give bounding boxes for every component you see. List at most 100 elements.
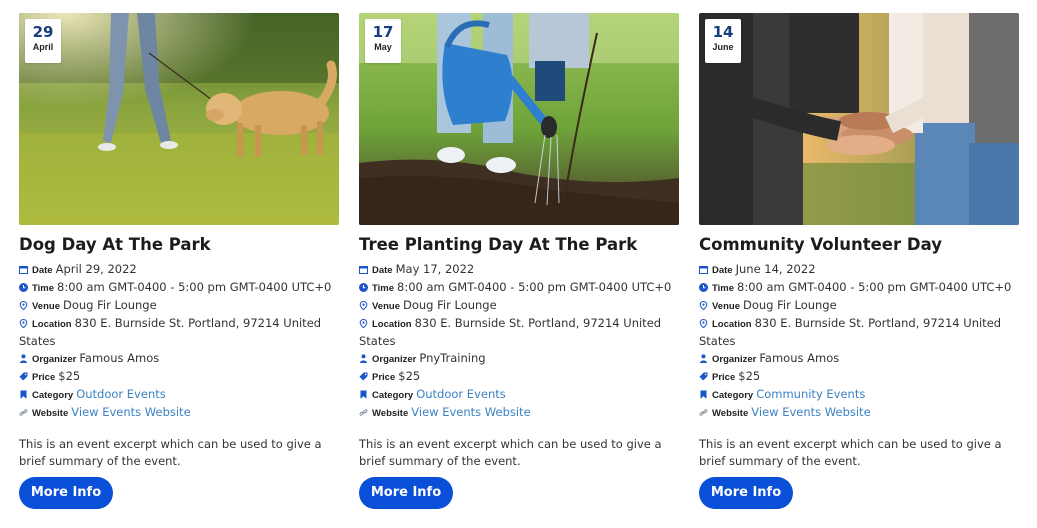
- meta-venue: Venue Doug Fir Lounge: [699, 297, 1019, 315]
- meta-label: Location: [32, 319, 72, 330]
- meta-location: Location 830 E. Burnside St. Portland, 97…: [699, 315, 1019, 350]
- user-icon: [359, 354, 368, 363]
- meta-label: Website: [32, 408, 69, 419]
- meta-label: Location: [712, 319, 752, 330]
- meta-location: Location 830 E. Burnside St. Portland, 97…: [19, 315, 339, 350]
- date-badge: 17 May: [365, 19, 401, 63]
- meta-label: Time: [32, 283, 55, 294]
- meta-value: Doug Fir Lounge: [63, 298, 157, 312]
- meta-price: Price $25: [19, 368, 339, 386]
- meta-value: Doug Fir Lounge: [403, 298, 497, 312]
- event-card: 17 May Tree Planting Day At The Park Dat…: [359, 13, 679, 509]
- meta-website: Website View Events Website: [359, 404, 679, 422]
- meta-label: Venue: [372, 301, 400, 312]
- map-pin-icon: [19, 301, 28, 310]
- bookmark-icon: [359, 390, 368, 399]
- meta-value: $25: [398, 369, 421, 383]
- meta-label: Price: [372, 372, 396, 383]
- meta-label: Price: [32, 372, 56, 383]
- website-link[interactable]: View Events Website: [751, 405, 870, 419]
- event-title[interactable]: Tree Planting Day At The Park: [359, 235, 679, 255]
- meta-label: Date: [372, 265, 393, 276]
- event-excerpt: This is an event excerpt which can be us…: [699, 437, 1002, 468]
- event-excerpt: This is an event excerpt which can be us…: [19, 437, 322, 468]
- more-info-button[interactable]: More Info: [359, 477, 453, 509]
- meta-label: Time: [712, 283, 735, 294]
- watering-tree-sapling-image: [359, 13, 679, 225]
- meta-organizer: Organizer PnyTraining: [359, 350, 679, 368]
- event-title[interactable]: Dog Day At The Park: [19, 235, 339, 255]
- date-badge-month: May: [374, 42, 392, 52]
- bookmark-icon: [699, 390, 708, 399]
- event-meta: Date May 17, 2022 Time 8:00 am GMT-0400 - …: [359, 261, 679, 422]
- date-badge-day: 14: [712, 23, 734, 41]
- meta-label: Website: [372, 408, 409, 419]
- meta-date: Date May 17, 2022: [359, 261, 679, 279]
- event-image[interactable]: 14 June: [699, 13, 1019, 225]
- meta-label: Time: [372, 283, 395, 294]
- calendar-icon: [359, 265, 368, 274]
- map-pin-icon: [699, 301, 708, 310]
- website-link[interactable]: View Events Website: [411, 405, 530, 419]
- category-link[interactable]: Outdoor Events: [76, 387, 166, 401]
- event-image[interactable]: 17 May: [359, 13, 679, 225]
- meta-value: May 17, 2022: [395, 262, 475, 276]
- price-tag-icon: [359, 372, 368, 381]
- date-badge: 29 April: [25, 19, 61, 63]
- event-image[interactable]: 29 April: [19, 13, 339, 225]
- event-grid: 29 April Dog Day At The Park Date April 2…: [0, 0, 1037, 528]
- meta-value: $25: [58, 369, 81, 383]
- more-info-button[interactable]: More Info: [19, 477, 113, 509]
- more-info-button[interactable]: More Info: [699, 477, 793, 509]
- category-link[interactable]: Community Events: [756, 387, 865, 401]
- meta-value: $25: [738, 369, 761, 383]
- date-badge: 14 June: [705, 19, 741, 63]
- calendar-icon: [699, 265, 708, 274]
- date-badge-month: June: [712, 42, 734, 52]
- link-icon: [359, 408, 368, 417]
- meta-website: Website View Events Website: [19, 404, 339, 422]
- event-excerpt: This is an event excerpt which can be us…: [359, 437, 662, 468]
- meta-value: Famous Amos: [79, 351, 160, 365]
- event-card: 14 June Community Volunteer Day Date June…: [699, 13, 1019, 509]
- meta-label: Price: [712, 372, 736, 383]
- meta-price: Price $25: [699, 368, 1019, 386]
- user-icon: [699, 354, 708, 363]
- meta-label: Location: [372, 319, 412, 330]
- meta-value: 8:00 am GMT-0400 - 5:00 pm GMT-0400 UTC+…: [397, 280, 672, 294]
- link-icon: [699, 408, 708, 417]
- meta-value: 8:00 am GMT-0400 - 5:00 pm GMT-0400 UTC+…: [737, 280, 1012, 294]
- meta-time: Time 8:00 am GMT-0400 - 5:00 pm GMT-0400 …: [359, 279, 679, 297]
- user-icon: [19, 354, 28, 363]
- meta-value: 8:00 am GMT-0400 - 5:00 pm GMT-0400 UTC+…: [57, 280, 332, 294]
- calendar-icon: [19, 265, 28, 274]
- clock-icon: [359, 283, 368, 292]
- meta-category: Category Outdoor Events: [19, 386, 339, 404]
- meta-value: April 29, 2022: [55, 262, 137, 276]
- meta-venue: Venue Doug Fir Lounge: [19, 297, 339, 315]
- location-pin-icon: [699, 319, 708, 328]
- date-badge-day: 17: [372, 23, 394, 41]
- meta-time: Time 8:00 am GMT-0400 - 5:00 pm GMT-0400 …: [19, 279, 339, 297]
- meta-label: Date: [712, 265, 733, 276]
- meta-label: Category: [372, 390, 414, 401]
- meta-value: Famous Amos: [759, 351, 840, 365]
- meta-organizer: Organizer Famous Amos: [699, 350, 1019, 368]
- meta-organizer: Organizer Famous Amos: [19, 350, 339, 368]
- meta-value: Doug Fir Lounge: [743, 298, 837, 312]
- website-link[interactable]: View Events Website: [71, 405, 190, 419]
- clock-icon: [19, 283, 28, 292]
- meta-label: Venue: [712, 301, 740, 312]
- date-badge-month: April: [32, 42, 54, 52]
- meta-label: Category: [32, 390, 74, 401]
- meta-value: June 14, 2022: [735, 262, 816, 276]
- meta-category: Category Community Events: [699, 386, 1019, 404]
- meta-venue: Venue Doug Fir Lounge: [359, 297, 679, 315]
- location-pin-icon: [19, 319, 28, 328]
- category-link[interactable]: Outdoor Events: [416, 387, 506, 401]
- meta-date: Date April 29, 2022: [19, 261, 339, 279]
- meta-website: Website View Events Website: [699, 404, 1019, 422]
- event-title[interactable]: Community Volunteer Day: [699, 235, 1019, 255]
- meta-label: Organizer: [712, 354, 757, 365]
- meta-location: Location 830 E. Burnside St. Portland, 97…: [359, 315, 679, 350]
